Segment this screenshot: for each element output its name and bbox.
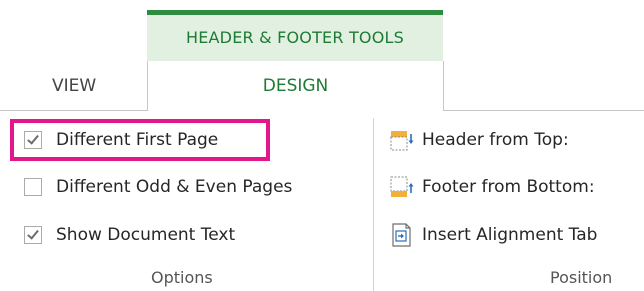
contextual-tab-group-title: HEADER & FOOTER TOOLS xyxy=(186,28,404,47)
group-separator xyxy=(373,118,374,291)
options-group-label: Options xyxy=(151,268,213,287)
tab-design-label: DESIGN xyxy=(262,76,329,96)
callout-highlight-box xyxy=(10,119,270,161)
tab-view[interactable]: VIEW xyxy=(52,76,96,96)
checkbox-box[interactable] xyxy=(24,178,42,196)
insert-alignment-tab-button[interactable]: Insert Alignment Tab xyxy=(390,222,597,248)
different-odd-even-pages-label: Different Odd & Even Pages xyxy=(56,177,293,197)
footer-from-bottom-icon xyxy=(390,175,416,199)
insert-alignment-tab-label: Insert Alignment Tab xyxy=(422,225,598,245)
different-odd-even-pages-checkbox[interactable]: Different Odd & Even Pages xyxy=(24,174,292,200)
insert-alignment-tab-icon xyxy=(390,223,416,247)
position-group-label: Position xyxy=(550,268,613,287)
footer-from-bottom-control[interactable]: Footer from Bottom: xyxy=(390,174,595,200)
checkbox-box[interactable] xyxy=(24,226,42,244)
header-from-top-icon xyxy=(390,128,416,152)
header-from-top-control[interactable]: Header from Top: xyxy=(390,127,569,153)
show-document-text-label: Show Document Text xyxy=(56,225,236,245)
checkmark-icon xyxy=(27,227,39,240)
tab-design[interactable]: DESIGN xyxy=(147,61,444,112)
footer-from-bottom-label: Footer from Bottom: xyxy=(422,177,595,197)
show-document-text-checkbox[interactable]: Show Document Text xyxy=(24,222,235,248)
header-from-top-label: Header from Top: xyxy=(422,130,569,150)
